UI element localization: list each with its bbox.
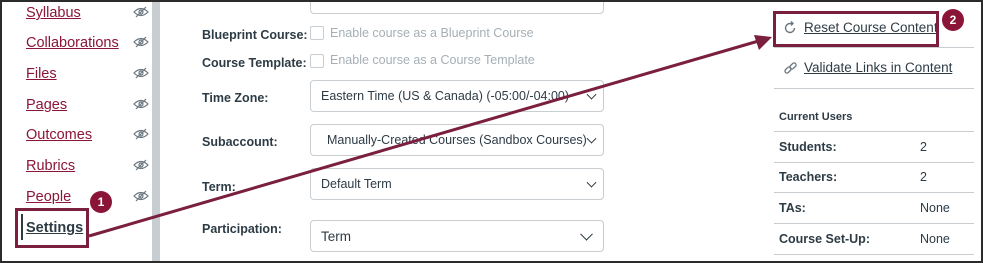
- eye-hidden-icon[interactable]: [133, 98, 149, 110]
- eye-hidden-icon[interactable]: [133, 128, 149, 140]
- validate-links-link[interactable]: Validate Links in Content: [804, 60, 952, 75]
- teachers-label: Teachers:: [779, 170, 838, 184]
- blueprint-course-label: Blueprint Course:: [202, 28, 308, 42]
- course-template-checkbox-label[interactable]: Enable course as a Course Template: [330, 53, 535, 67]
- tas-label: TAs:: [779, 201, 806, 215]
- blueprint-course-checkbox-label[interactable]: Enable course as a Blueprint Course: [330, 26, 534, 40]
- sidebar-divider: [774, 88, 974, 89]
- nav-pages[interactable]: Pages: [26, 97, 67, 113]
- eye-hidden-icon[interactable]: [133, 6, 149, 18]
- course-template-label: Course Template:: [202, 56, 307, 70]
- students-label: Students:: [779, 140, 837, 154]
- term-select[interactable]: Default Term: [310, 168, 604, 200]
- table-divider: [774, 162, 974, 163]
- teachers-value: 2: [920, 170, 927, 184]
- nav-divider: [152, 2, 160, 261]
- table-divider: [774, 131, 974, 132]
- reset-highlight-box: [773, 11, 939, 47]
- table-divider: [774, 254, 974, 255]
- nav-people[interactable]: People: [26, 189, 71, 205]
- participation-value: Term: [321, 228, 351, 244]
- eye-hidden-icon[interactable]: [133, 159, 149, 171]
- chevron-down-icon: [580, 227, 593, 241]
- term-label: Term:: [202, 180, 236, 194]
- link-icon: [784, 62, 797, 74]
- chevron-down-icon: [586, 133, 597, 144]
- term-value: Default Term: [321, 177, 392, 191]
- nav-rubrics[interactable]: Rubrics: [26, 158, 75, 174]
- time-zone-value: Eastern Time (US & Canada) (-05:00/-04:0…: [321, 89, 570, 103]
- course-setup-label: Course Set-Up:: [779, 232, 870, 246]
- eye-hidden-icon[interactable]: [133, 190, 149, 202]
- subaccount-select[interactable]: Manually-Created Courses (Sandbox Course…: [310, 124, 604, 156]
- time-zone-label: Time Zone:: [202, 91, 269, 105]
- time-zone-select[interactable]: Eastern Time (US & Canada) (-05:00/-04:0…: [310, 80, 604, 112]
- subaccount-label: Subaccount:: [202, 135, 278, 149]
- settings-highlight-box: [15, 208, 89, 248]
- tas-value: None: [920, 201, 950, 215]
- nav-files[interactable]: Files: [26, 66, 57, 82]
- participation-label: Participation:: [202, 222, 282, 236]
- participation-select[interactable]: Term: [310, 220, 604, 252]
- eye-hidden-icon[interactable]: [133, 67, 149, 79]
- table-divider: [774, 223, 974, 224]
- nav-collaborations[interactable]: Collaborations: [26, 35, 119, 51]
- chevron-down-icon: [586, 177, 597, 188]
- subaccount-value: Manually-Created Courses (Sandbox Course…: [327, 133, 587, 147]
- students-value: 2: [920, 140, 927, 154]
- course-template-checkbox[interactable]: [310, 54, 324, 68]
- current-users-heading: Current Users: [779, 111, 853, 123]
- sidebar-divider: [774, 47, 974, 48]
- eye-hidden-icon[interactable]: [133, 36, 149, 48]
- step-2-badge: 2: [942, 9, 964, 31]
- nav-syllabus[interactable]: Syllabus: [26, 5, 81, 21]
- step-1-badge: 1: [90, 191, 112, 213]
- nav-outcomes[interactable]: Outcomes: [26, 127, 92, 143]
- table-divider: [774, 192, 974, 193]
- chevron-down-icon: [586, 89, 597, 100]
- course-setup-value: None: [920, 232, 950, 246]
- screenshot-frame: Syllabus Collaborations Files Pages Outc…: [0, 0, 983, 263]
- partial-input-field[interactable]: [310, 2, 604, 14]
- blueprint-course-checkbox[interactable]: [310, 26, 324, 40]
